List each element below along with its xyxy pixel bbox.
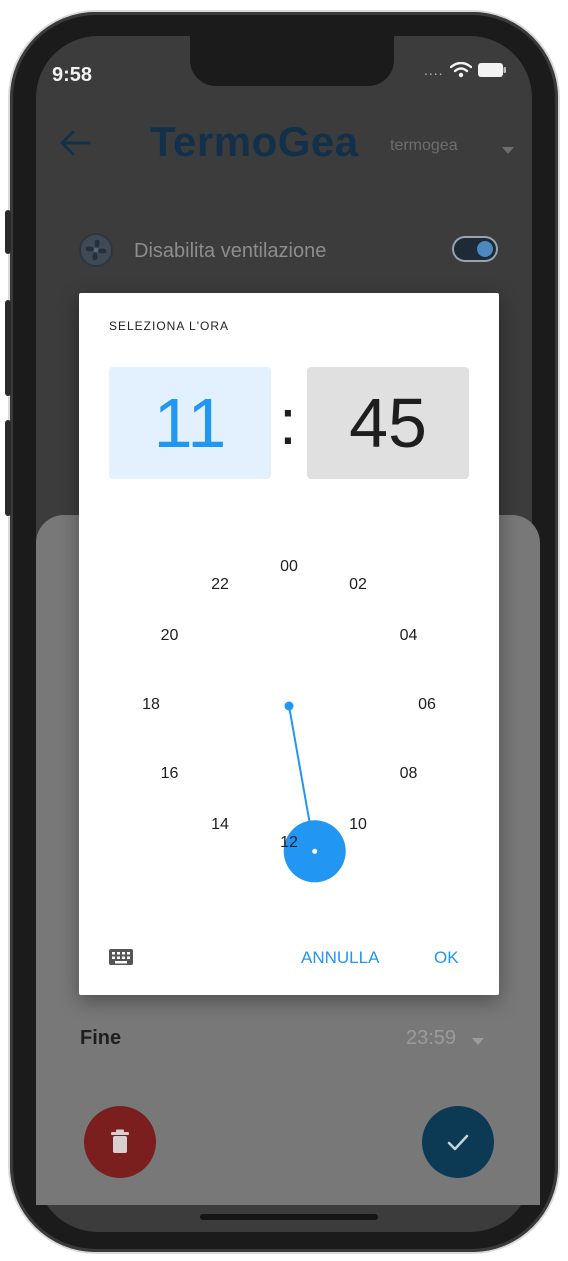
keyboard-icon[interactable] bbox=[109, 948, 133, 971]
clock-number-00[interactable]: 00 bbox=[272, 558, 306, 576]
dropdown-caret-icon[interactable] bbox=[502, 142, 514, 160]
end-time-label: Fine bbox=[80, 1027, 122, 1049]
account-selector[interactable]: termogea bbox=[390, 137, 458, 155]
trash-icon bbox=[111, 1129, 129, 1153]
clock-number-02[interactable]: 02 bbox=[341, 576, 375, 594]
clock-number-20[interactable]: 20 bbox=[152, 627, 186, 645]
volume-up-button bbox=[5, 300, 11, 396]
ventilation-label: Disabilita ventilazione bbox=[134, 240, 327, 262]
status-time: 9:58 bbox=[52, 64, 93, 86]
wifi-icon bbox=[449, 62, 472, 78]
clock-number-08[interactable]: 08 bbox=[392, 765, 426, 783]
clock-hand bbox=[283, 701, 346, 883]
clock-number-10[interactable]: 10 bbox=[341, 816, 375, 834]
clock-center-dot bbox=[284, 701, 294, 711]
status-icons: .... bbox=[424, 62, 506, 78]
clock-number-06[interactable]: 06 bbox=[410, 696, 444, 714]
confirm-button[interactable] bbox=[422, 1106, 494, 1178]
volume-down-button bbox=[5, 420, 11, 516]
cancel-button[interactable]: ANNULLA bbox=[301, 948, 379, 968]
clock-number-16[interactable]: 16 bbox=[152, 765, 186, 783]
clock-dial[interactable]: 00 02 04 06 08 10 12 14 16 18 20 22 bbox=[79, 293, 499, 995]
fan-icon bbox=[78, 232, 114, 273]
ok-button[interactable]: OK bbox=[434, 948, 459, 968]
clock-number-14[interactable]: 14 bbox=[203, 816, 237, 834]
notch bbox=[190, 36, 394, 86]
silent-switch bbox=[5, 210, 11, 254]
back-arrow-icon[interactable] bbox=[58, 128, 92, 163]
checkmark-icon bbox=[447, 1134, 469, 1151]
delete-button[interactable] bbox=[84, 1106, 156, 1178]
dropdown-caret-icon[interactable] bbox=[472, 1033, 484, 1051]
clock-number-22[interactable]: 22 bbox=[203, 576, 237, 594]
end-time-value[interactable]: 23:59 bbox=[406, 1027, 456, 1050]
signal-icon: .... bbox=[424, 62, 444, 78]
ventilation-toggle[interactable] bbox=[452, 236, 498, 262]
clock-number-12[interactable]: 12 bbox=[272, 834, 306, 852]
clock-number-18[interactable]: 18 bbox=[134, 696, 168, 714]
home-indicator bbox=[200, 1214, 378, 1220]
battery-icon bbox=[477, 63, 506, 77]
time-picker-dialog: SELEZIONA L'ORA 11 : 45 00 02 04 06 08 10 12 14… bbox=[79, 293, 499, 995]
clock-number-04[interactable]: 04 bbox=[392, 627, 426, 645]
app-logo: TermoGea bbox=[150, 118, 359, 165]
toggle-knob bbox=[477, 241, 493, 257]
selected-hour-dot bbox=[312, 848, 318, 854]
